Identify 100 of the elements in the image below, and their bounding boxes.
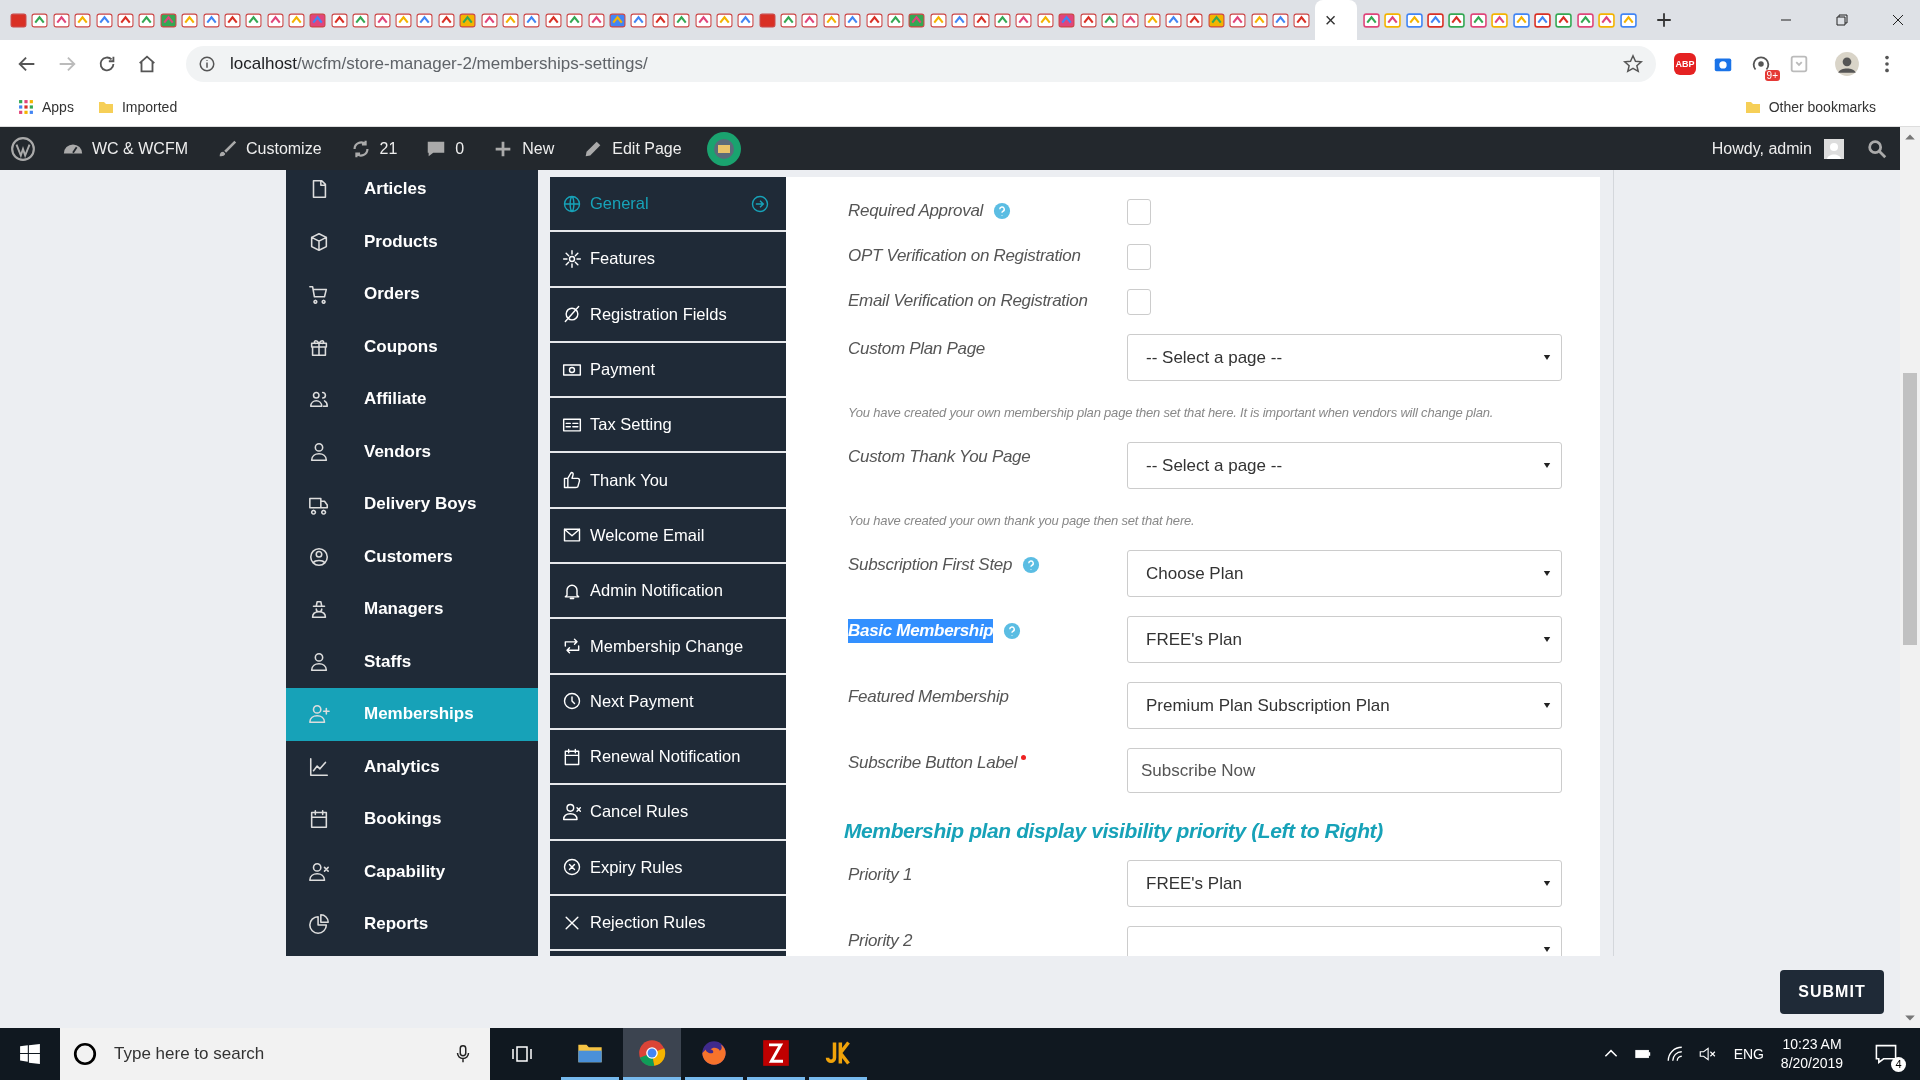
tab-favicon-icon[interactable] [52, 11, 70, 29]
tab-favicon-icon[interactable] [1207, 11, 1225, 29]
tab-favicon-icon[interactable] [159, 11, 177, 29]
fox-browser-icon[interactable] [700, 1038, 728, 1067]
tab-favicon-icon[interactable] [1143, 11, 1161, 29]
tab-favicon-icon[interactable] [202, 11, 220, 29]
tab-favicon-icon[interactable] [95, 11, 113, 29]
tab-favicon-icon[interactable] [1598, 11, 1616, 29]
tab-favicon-icon[interactable] [1015, 11, 1033, 29]
tab-favicon-icon[interactable] [309, 11, 327, 29]
select-dropdown[interactable]: -- Select a page -- [1127, 442, 1562, 489]
menu-item[interactable]: Analytics [286, 740, 538, 793]
tab-favicon-icon[interactable] [1448, 11, 1466, 29]
tab-favicon-icon[interactable] [566, 11, 584, 29]
select-dropdown[interactable]: -- Select a page -- [1127, 334, 1562, 381]
tab-favicon-icon[interactable] [1405, 11, 1423, 29]
tab-favicon-icon[interactable] [673, 11, 691, 29]
browser-icon[interactable] [638, 1038, 666, 1067]
tab-favicon-icon[interactable] [1512, 11, 1530, 29]
search-icon[interactable] [1866, 137, 1888, 160]
avatar-icon[interactable] [1824, 138, 1844, 159]
tab-favicon-icon[interactable] [1058, 11, 1076, 29]
tab-favicon-icon[interactable] [544, 11, 562, 29]
tab-favicon-icon[interactable] [1491, 11, 1509, 29]
scrollbar[interactable] [1900, 127, 1920, 1028]
tab-favicon-icon[interactable] [31, 11, 49, 29]
tab-favicon-icon[interactable] [822, 11, 840, 29]
tab-favicon-icon[interactable] [1229, 11, 1247, 29]
tab-favicon-icon[interactable] [993, 11, 1011, 29]
menu-item[interactable]: Bookings [286, 793, 538, 846]
tab-favicon-icon[interactable] [266, 11, 284, 29]
tab-favicon-icon[interactable] [1122, 11, 1140, 29]
tab-favicon-icon[interactable] [437, 11, 455, 29]
wordpress-logo-icon[interactable] [10, 135, 36, 162]
menu-item[interactable]: Orders [286, 268, 538, 321]
tab-favicon-icon[interactable] [1555, 11, 1573, 29]
store-avatar-icon[interactable] [705, 130, 742, 167]
tab-favicon-icon[interactable] [715, 11, 733, 29]
new-tab-icon[interactable] [1654, 11, 1673, 29]
tab-favicon-icon[interactable] [801, 11, 819, 29]
language-indicator[interactable]: ENG [1733, 1046, 1764, 1062]
tab-favicon-icon[interactable] [780, 11, 798, 29]
tab-favicon-icon[interactable] [587, 11, 605, 29]
bookmark-link[interactable]: Apps [18, 99, 74, 115]
menu-item[interactable]: Staffs [286, 635, 538, 688]
tab-favicon-icon[interactable] [1384, 11, 1402, 29]
tab-favicon-icon[interactable] [10, 11, 27, 29]
bookmark-link[interactable]: Other bookmarks [1744, 99, 1876, 115]
checkbox[interactable] [1127, 199, 1151, 225]
tab-favicon-icon[interactable] [929, 11, 947, 29]
edit-page-link[interactable]: Edit Page [582, 137, 682, 160]
tab-favicon-icon[interactable] [694, 11, 712, 29]
info-icon[interactable] [198, 55, 216, 73]
scroll-thumb[interactable] [1903, 373, 1917, 645]
tab-favicon-icon[interactable] [865, 11, 883, 29]
comments-link[interactable]: 0 [425, 137, 465, 160]
checkbox[interactable] [1127, 289, 1151, 315]
tab-favicon-icon[interactable] [908, 11, 926, 29]
help-icon[interactable] [1003, 622, 1022, 640]
account-link[interactable]: Howdy, admin [1711, 139, 1812, 158]
tab-favicon-icon[interactable] [972, 11, 990, 29]
star-icon[interactable] [1622, 53, 1644, 75]
tab-favicon-icon[interactable] [116, 11, 134, 29]
tab-favicon-icon[interactable] [887, 11, 904, 29]
tab-favicon-icon[interactable] [395, 11, 413, 29]
clock[interactable]: 10:23 AM 8/20/2019 [1772, 1035, 1852, 1073]
select-dropdown[interactable]: FREE's Plan [1127, 616, 1562, 663]
select-dropdown[interactable]: Premium Plan Subscription Plan [1127, 682, 1562, 729]
wifi-icon[interactable] [1665, 1045, 1684, 1063]
tab-favicon-icon[interactable] [416, 11, 434, 29]
tab-favicon-icon[interactable] [1100, 11, 1118, 29]
tab-favicon-icon[interactable] [651, 11, 669, 29]
restore-icon[interactable] [1834, 12, 1850, 28]
tab-favicon-icon[interactable] [223, 11, 241, 29]
tab-favicon-icon[interactable] [737, 11, 755, 29]
tab-favicon-icon[interactable] [951, 11, 969, 29]
select-dropdown[interactable]: Choose Plan [1127, 550, 1562, 597]
menu-item[interactable]: Managers [286, 583, 538, 636]
adblock-badge[interactable]: ABP [1674, 53, 1696, 75]
menu-item[interactable]: Coupons [286, 320, 538, 373]
tab-favicon-icon[interactable] [1272, 11, 1290, 29]
menu-item[interactable]: Products [286, 215, 538, 268]
tab-favicon-icon[interactable] [1362, 11, 1380, 29]
close-icon[interactable] [1890, 12, 1906, 28]
tab-favicon-icon[interactable] [1576, 11, 1594, 29]
tab-favicon-icon[interactable] [844, 11, 862, 29]
home-icon[interactable] [136, 53, 158, 75]
tab-favicon-icon[interactable] [1186, 11, 1204, 29]
muted-speaker-icon[interactable] [1697, 1045, 1716, 1063]
tab-favicon-icon[interactable] [480, 11, 498, 29]
menu-item[interactable]: Capability [286, 845, 538, 898]
checkbox[interactable] [1127, 244, 1151, 270]
menu-item[interactable]: Articles [286, 170, 538, 216]
tab-favicon-icon[interactable] [502, 11, 519, 29]
tab-favicon-icon[interactable] [630, 11, 648, 29]
tab-favicon-icon[interactable] [288, 11, 306, 29]
submit-button[interactable]: SUBMIT [1780, 970, 1884, 1014]
site-link[interactable]: WC & WCFM [62, 137, 188, 160]
tab-favicon-icon[interactable] [373, 11, 391, 29]
taskbar-search-box[interactable]: Type here to search [60, 1028, 490, 1080]
